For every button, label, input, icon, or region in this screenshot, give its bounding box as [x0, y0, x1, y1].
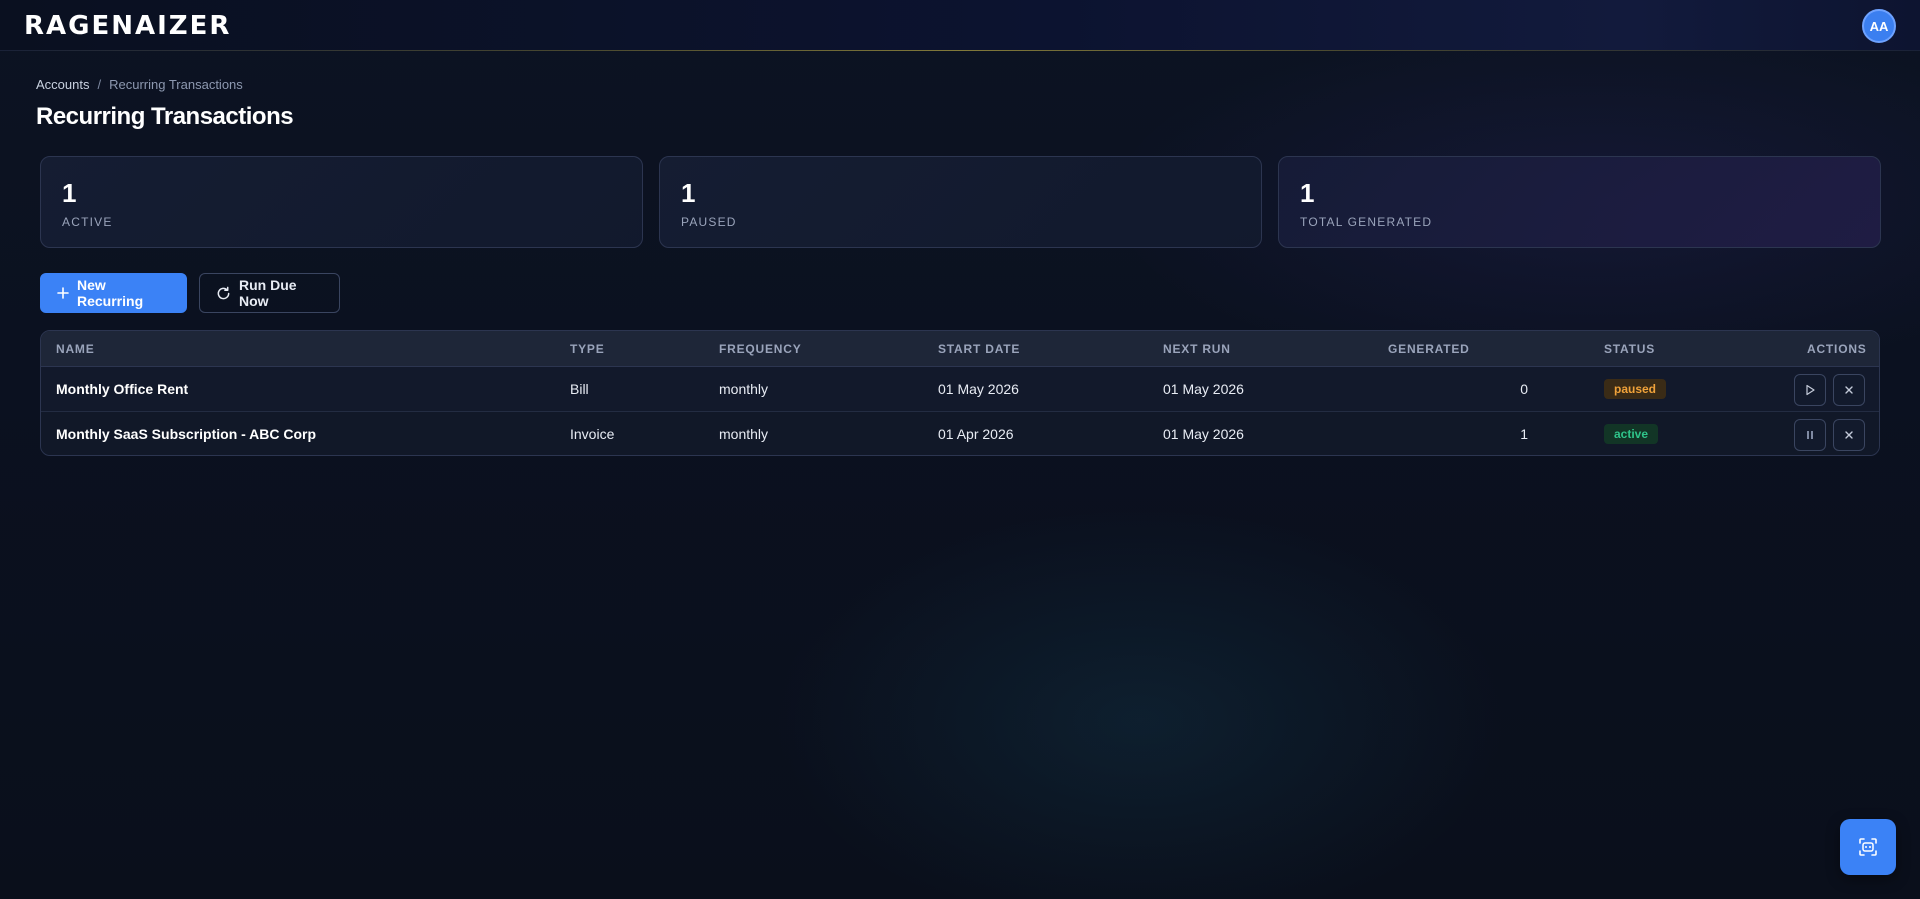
- row-type: Bill: [570, 381, 589, 397]
- row-start-date: 01 Apr 2026: [938, 426, 1014, 442]
- column-header-generated[interactable]: GENERATED: [1388, 342, 1470, 356]
- breadcrumb: Accounts / Recurring Transactions: [36, 77, 243, 92]
- row-start-date: 01 May 2026: [938, 381, 1019, 397]
- top-bar: RAGENAIZER AA: [0, 0, 1920, 51]
- stat-label: PAUSED: [681, 215, 737, 229]
- app-logo[interactable]: RAGENAIZER: [24, 13, 231, 39]
- row-name[interactable]: Monthly SaaS Subscription - ABC Corp: [56, 426, 316, 442]
- pause-button[interactable]: [1794, 419, 1826, 451]
- column-header-frequency[interactable]: FREQUENCY: [719, 342, 802, 356]
- stat-card-total-generated: 1 TOTAL GENERATED: [1278, 156, 1881, 248]
- status-badge: active: [1604, 424, 1659, 444]
- play-icon: [1806, 384, 1815, 396]
- plus-icon: [57, 287, 69, 299]
- new-recurring-button[interactable]: New Recurring: [40, 273, 187, 313]
- row-generated: 0: [1520, 381, 1528, 397]
- column-header-type[interactable]: TYPE: [570, 342, 605, 356]
- new-recurring-label: New Recurring: [77, 277, 144, 309]
- column-header-status[interactable]: STATUS: [1604, 342, 1655, 356]
- row-frequency: monthly: [719, 426, 769, 442]
- stat-value: 1: [62, 178, 77, 208]
- ai-assistant-button[interactable]: [1840, 819, 1896, 875]
- pause-icon: [1807, 431, 1813, 439]
- table-row[interactable]: Monthly SaaS Subscription - ABC Corp Inv…: [41, 412, 1879, 455]
- close-icon: [1845, 386, 1853, 394]
- stat-card-active: 1 ACTIVE: [40, 156, 643, 248]
- ai-chat-icon: [1859, 838, 1877, 856]
- column-header-start-date[interactable]: START DATE: [938, 342, 1020, 356]
- stat-value: 1: [681, 178, 696, 208]
- row-type: Invoice: [570, 426, 615, 442]
- run-due-now-button[interactable]: Run Due Now: [199, 273, 340, 313]
- close-icon: [1845, 431, 1853, 439]
- breadcrumb-current: Recurring Transactions: [109, 77, 243, 92]
- stat-card-paused: 1 PAUSED: [659, 156, 1262, 248]
- row-next-run: 01 May 2026: [1163, 381, 1244, 397]
- page-title: Recurring Transactions: [36, 103, 294, 130]
- row-frequency: monthly: [719, 381, 769, 397]
- run-due-now-label: Run Due Now: [239, 277, 297, 309]
- table-row[interactable]: Monthly Office Rent Bill monthly 01 May …: [41, 367, 1879, 412]
- column-header-next-run[interactable]: NEXT RUN: [1163, 342, 1231, 356]
- resume-button[interactable]: [1794, 374, 1826, 406]
- column-header-name[interactable]: NAME: [56, 342, 95, 356]
- refresh-icon: [217, 286, 230, 299]
- breadcrumb-accounts[interactable]: Accounts: [36, 77, 89, 92]
- table-header: NAME TYPE FREQUENCY START DATE NEXT RUN …: [41, 331, 1879, 367]
- row-next-run: 01 May 2026: [1163, 426, 1244, 442]
- recurring-table: NAME TYPE FREQUENCY START DATE NEXT RUN …: [40, 330, 1880, 456]
- delete-button[interactable]: [1833, 374, 1865, 406]
- row-generated: 1: [1520, 426, 1528, 442]
- breadcrumb-separator: /: [97, 77, 102, 92]
- stat-value: 1: [1300, 178, 1315, 208]
- stat-label: TOTAL GENERATED: [1300, 215, 1433, 229]
- user-avatar[interactable]: AA: [1862, 9, 1896, 43]
- delete-button[interactable]: [1833, 419, 1865, 451]
- column-header-actions: ACTIONS: [1807, 342, 1867, 356]
- status-badge: paused: [1604, 379, 1667, 399]
- stat-label: ACTIVE: [62, 215, 113, 229]
- row-name[interactable]: Monthly Office Rent: [56, 381, 188, 397]
